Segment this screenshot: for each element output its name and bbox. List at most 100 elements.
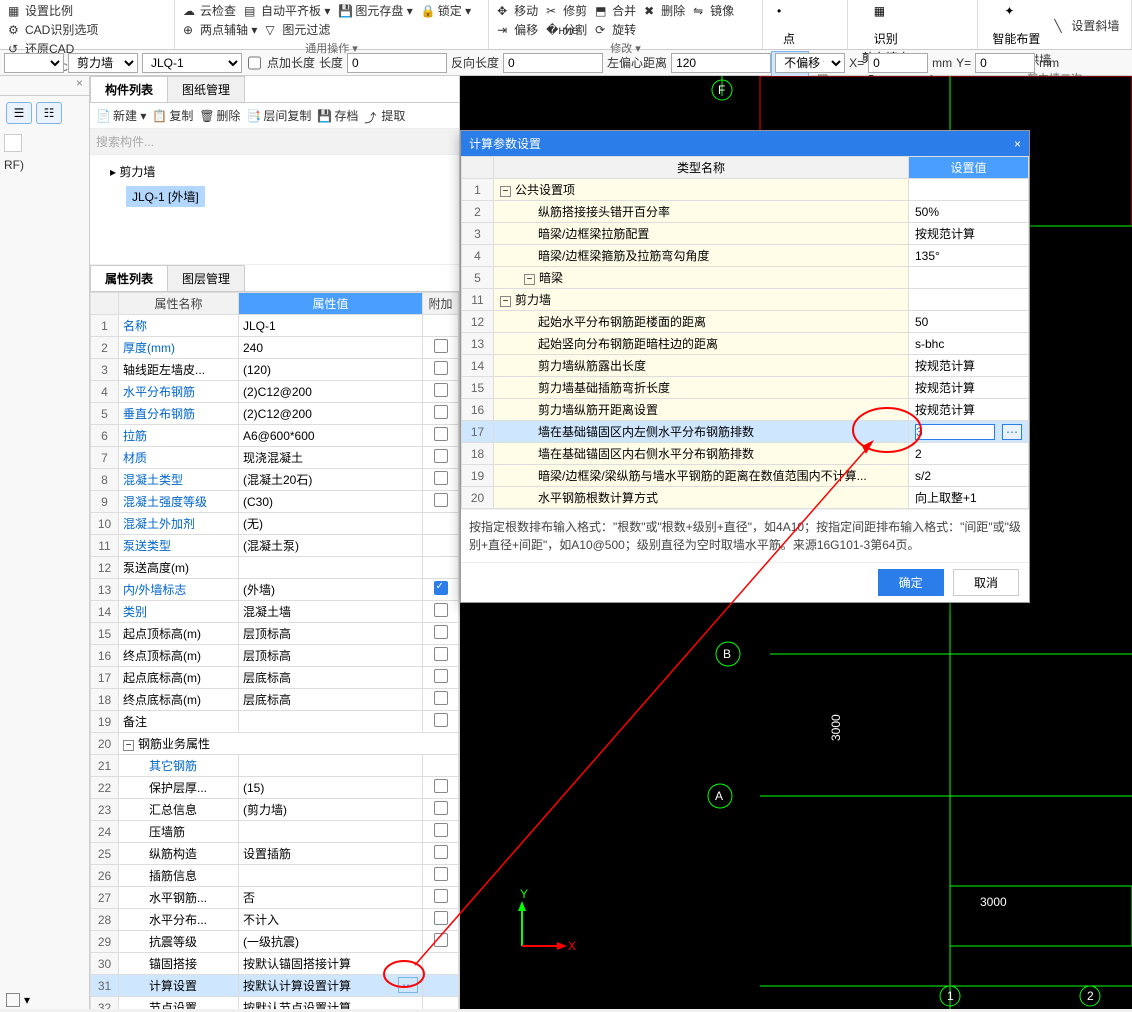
rb-cloud-check[interactable]: ☁云检查 xyxy=(183,2,236,19)
ln-tree-view[interactable]: ☷ xyxy=(36,102,62,124)
prop-attach-cb[interactable] xyxy=(434,713,448,727)
rb-set-scale[interactable]: ▦设置比例 xyxy=(8,2,73,19)
opt-blank[interactable] xyxy=(4,53,64,73)
rb-trim[interactable]: ✂修剪 xyxy=(546,2,587,19)
dlg-val[interactable]: ⋯ xyxy=(909,421,1029,443)
dlg-val[interactable]: 按规范计算 xyxy=(909,355,1029,377)
ln-close[interactable]: × xyxy=(0,76,89,96)
dlg-val[interactable] xyxy=(909,289,1029,311)
tb-archive[interactable]: 💾存档 xyxy=(317,107,358,124)
tb-extract[interactable]: ⤴提取 xyxy=(364,107,405,124)
prop-value[interactable]: 240 xyxy=(239,337,423,359)
tb-copy[interactable]: 📋复制 xyxy=(152,107,193,124)
prop-attach-cb[interactable] xyxy=(434,801,448,815)
rb-cad-opt[interactable]: ⚙CAD识别选项 xyxy=(8,21,98,38)
prop-attach-cb[interactable] xyxy=(434,625,448,639)
prop-value[interactable] xyxy=(239,557,423,579)
prop-attach-cb[interactable] xyxy=(434,603,448,617)
prop-value[interactable]: A6@600*600 xyxy=(239,425,423,447)
opt-offset-sel[interactable]: 不偏移 ▾ xyxy=(775,53,845,73)
ln-sq-icon[interactable] xyxy=(6,993,20,1007)
tab-layer-mgmt[interactable]: 图层管理 xyxy=(167,265,245,291)
dlg-val[interactable]: 按规范计算 xyxy=(909,399,1029,421)
prop-attach-cb[interactable] xyxy=(434,669,448,683)
dlg-val[interactable]: 向上取整+1 xyxy=(909,487,1029,509)
rb-lock[interactable]: 🔒锁定 ▾ xyxy=(421,2,471,19)
tb-layer-copy[interactable]: 📑层间复制 xyxy=(246,107,311,124)
opt-addlen-check[interactable] xyxy=(248,53,261,73)
dlg-val[interactable]: 50% xyxy=(909,201,1029,223)
dlg-val[interactable]: 2 xyxy=(909,443,1029,465)
prop-value[interactable]: 设置插筋 xyxy=(239,843,423,865)
ln-dd-icon[interactable]: ▾ xyxy=(24,993,30,1007)
rb-split[interactable]: �ние分割 xyxy=(546,21,587,38)
prop-value[interactable] xyxy=(239,755,423,777)
rb-smart-place[interactable]: ✦智能布置 xyxy=(986,2,1046,49)
prop-attach-cb[interactable] xyxy=(434,581,448,595)
prop-value[interactable]: 按默认锚固搭接计算 xyxy=(239,953,423,975)
prop-value[interactable]: (混凝土泵) xyxy=(239,535,423,557)
prop-attach-cb[interactable] xyxy=(434,427,448,441)
prop-value[interactable]: 否 xyxy=(239,887,423,909)
prop-value[interactable]: 混凝土墙 xyxy=(239,601,423,623)
opt-component[interactable]: JLQ-1 xyxy=(142,53,242,73)
prop-value[interactable] xyxy=(239,711,423,733)
rb-delete[interactable]: ✖删除 xyxy=(644,2,685,19)
prop-value[interactable]: (15) xyxy=(239,777,423,799)
dlg-val-dots[interactable]: ⋯ xyxy=(1002,424,1022,440)
prop-value[interactable]: 不计入 xyxy=(239,909,423,931)
prop-value[interactable]: (120) xyxy=(239,359,423,381)
rb-auto-level[interactable]: ▤自动平齐板 ▾ xyxy=(244,2,330,19)
rb-elem-save[interactable]: 💾图元存盘 ▾ xyxy=(338,2,412,19)
prop-value[interactable] xyxy=(239,865,423,887)
tb-new[interactable]: 📄新建 ▾ xyxy=(96,107,146,124)
opt-left-input[interactable] xyxy=(671,53,771,73)
prop-attach-cb[interactable] xyxy=(434,383,448,397)
dlg-val-input[interactable] xyxy=(915,424,995,440)
prop-attach-cb[interactable] xyxy=(434,889,448,903)
prop-value[interactable]: (外墙) xyxy=(239,579,423,601)
dlg-close-button[interactable]: × xyxy=(1014,137,1021,151)
prop-value[interactable]: 层顶标高 xyxy=(239,645,423,667)
opt-y-input[interactable] xyxy=(975,53,1035,73)
prop-value[interactable]: 层底标高 xyxy=(239,667,423,689)
dlg-val[interactable]: 按规范计算 xyxy=(909,223,1029,245)
rb-move[interactable]: ✥移动 xyxy=(497,2,538,19)
dlg-ok-button[interactable]: 确定 xyxy=(878,569,944,596)
rb-inclined-wall[interactable]: ╲设置斜墙 xyxy=(1054,2,1119,49)
rb-merge[interactable]: ⬒合并 xyxy=(595,2,636,19)
prop-attach-cb[interactable] xyxy=(434,933,448,947)
prop-value[interactable]: JLQ-1 xyxy=(239,315,423,337)
prop-attach-cb[interactable] xyxy=(434,867,448,881)
prop-value[interactable]: 按默认计算设置计算⋯ xyxy=(239,975,423,997)
tree-root[interactable]: ▸ 剪力墙 xyxy=(98,161,451,182)
prop-attach-cb[interactable] xyxy=(434,911,448,925)
dlg-cancel-button[interactable]: 取消 xyxy=(953,569,1019,596)
tree-item-jlq1[interactable]: JLQ-1 [外墙] xyxy=(126,186,205,207)
dlg-val[interactable]: 50 xyxy=(909,311,1029,333)
ln-list-view[interactable]: ☰ xyxy=(6,102,32,124)
prop-value[interactable]: (一级抗震) xyxy=(239,931,423,953)
rb-point[interactable]: •点 xyxy=(771,2,807,49)
prop-value[interactable]: (2)C12@200 xyxy=(239,403,423,425)
rb-two-point[interactable]: ⊕两点辅轴 ▾ xyxy=(183,21,257,38)
dlg-val[interactable] xyxy=(909,267,1029,289)
tab-component-list[interactable]: 构件列表 xyxy=(90,76,168,102)
tab-prop-list[interactable]: 属性列表 xyxy=(90,265,168,291)
prop-attach-cb[interactable] xyxy=(434,823,448,837)
prop-attach-cb[interactable] xyxy=(434,339,448,353)
prop-value[interactable]: (剪力墙) xyxy=(239,799,423,821)
prop-value[interactable]: (无) xyxy=(239,513,423,535)
prop-attach-cb[interactable] xyxy=(434,449,448,463)
prop-attach-cb[interactable] xyxy=(434,779,448,793)
tab-drawing-mgmt[interactable]: 图纸管理 xyxy=(167,76,245,102)
prop-attach-cb[interactable] xyxy=(434,493,448,507)
dlg-val[interactable]: 按规范计算 xyxy=(909,377,1029,399)
dlg-val[interactable]: 135° xyxy=(909,245,1029,267)
prop-attach-cb[interactable] xyxy=(434,647,448,661)
prop-dots-button[interactable]: ⋯ xyxy=(398,977,418,993)
prop-value[interactable]: 层底标高 xyxy=(239,689,423,711)
rb-rotate[interactable]: ⟳旋转 xyxy=(595,21,636,38)
prop-value[interactable]: 现浇混凝土 xyxy=(239,447,423,469)
prop-value[interactable]: (C30) xyxy=(239,491,423,513)
